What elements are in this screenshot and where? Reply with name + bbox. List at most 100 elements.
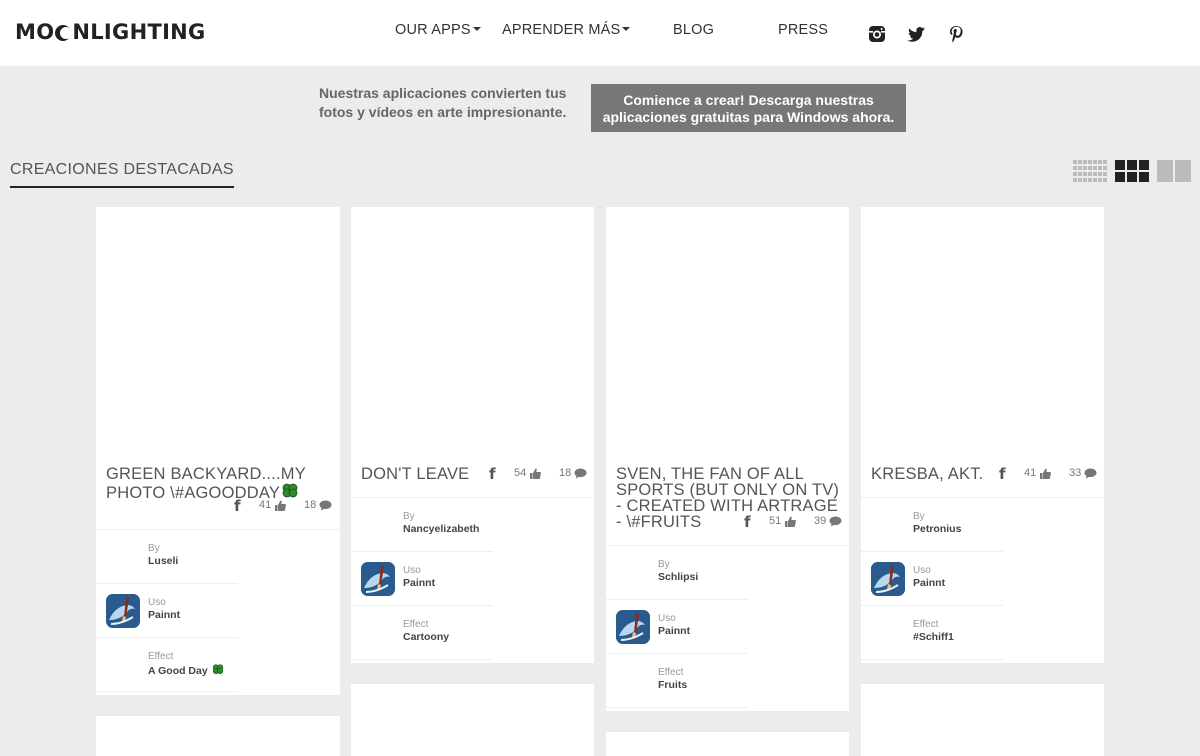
nav-blog-label: BLOG [673,22,715,38]
effect-name: A Good Day [148,665,208,677]
meta-app[interactable]: Uso Painnt [351,552,493,606]
meta-app[interactable]: Uso Painnt [96,584,238,638]
logo-text-start: MO [15,20,55,44]
creation-card[interactable] [606,732,849,756]
nav-blog[interactable]: BLOG [673,22,714,38]
clover-icon [282,483,298,498]
comments-count: 18 [304,499,332,511]
meta-author[interactable]: By Schlipsi [606,546,748,600]
likes-count: 41 [1024,467,1052,479]
meta-app[interactable]: Uso Painnt [861,552,1003,606]
effect-label: Effect [148,651,174,662]
author-name[interactable]: Nancyelizabeth [403,523,479,535]
creation-image[interactable] [861,207,1104,457]
creation-card[interactable]: KRESBA, AKT. f 41 33 By Petronius Uso Pa… [861,207,1104,663]
effect-value[interactable]: A Good Day [148,663,225,677]
meta-effect[interactable]: Effect Cartoony [351,606,493,660]
creation-title[interactable]: DON'T LEAVE [361,465,481,483]
creation-card[interactable]: GREEN BACKYARD....MY PHOTO \#AGOODDAY f … [96,207,340,695]
uso-label: Uso [148,597,166,608]
meta-app[interactable]: Uso Painnt [606,600,748,654]
by-label: By [913,511,925,522]
creation-title-text: GREEN BACKYARD....MY PHOTO \#AGOODDAY [106,465,306,502]
comments-count: 39 [814,515,842,527]
section-title: CREACIONES DESTACADAS [10,161,234,188]
comment-icon [1084,468,1097,478]
uso-label: Uso [403,565,421,576]
moonlighting-logo[interactable]: MO NLIGHTING [15,20,206,44]
creation-title[interactable]: GREEN BACKYARD....MY PHOTO \#AGOODDAY [106,465,326,502]
effect-value[interactable]: Fruits [658,679,687,691]
effect-label: Effect [913,619,939,630]
by-label: By [148,543,160,554]
logo-text-end: NLIGHTING [72,20,206,44]
painnt-app-icon[interactable] [871,562,905,596]
facebook-share-icon[interactable]: f [234,497,241,515]
app-name[interactable]: Painnt [658,625,690,637]
author-name[interactable]: Schlipsi [658,571,698,583]
comment-icon [829,516,842,526]
effect-value[interactable]: #Schiff1 [913,631,954,643]
creation-title[interactable]: KRESBA, AKT. [871,466,991,483]
nav-our-apps-label: OUR APPS [395,22,471,38]
comments-count: 33 [1069,467,1097,479]
creation-image[interactable] [606,207,849,457]
nav-press[interactable]: PRESS [778,22,828,38]
creation-image[interactable] [351,207,594,457]
painnt-app-icon[interactable] [361,562,395,596]
nav-our-apps[interactable]: OUR APPS [395,22,481,38]
nav-press-label: PRESS [778,22,829,38]
creation-card[interactable] [351,684,594,756]
top-header: MO NLIGHTING OUR APPS APRENDER MÁS BLOG P… [0,0,1200,66]
creation-title[interactable]: SVEN, THE FAN OF ALL SPORTS (BUT ONLY ON… [616,466,844,531]
thumbs-up-icon [785,516,797,527]
uso-label: Uso [913,565,931,576]
by-label: By [403,511,415,522]
comment-icon [574,468,587,478]
meta-author[interactable]: By Petronius [861,498,1003,552]
comments-value: 39 [814,515,827,527]
nav-aprender-mas-label: APRENDER MÁS [502,22,621,38]
effect-label: Effect [403,619,429,630]
facebook-share-icon[interactable]: f [489,465,496,483]
meta-author[interactable]: By Nancyelizabeth [351,498,493,552]
app-name[interactable]: Painnt [148,609,180,621]
creation-card[interactable] [96,716,340,756]
meta-effect[interactable]: Effect Fruits [606,654,748,708]
author-name[interactable]: Petronius [913,523,961,535]
creation-image[interactable] [96,207,340,457]
creation-title-text: DON'T LEAVE [361,465,470,483]
grid-small-icon[interactable] [1073,160,1107,182]
nav-aprender-mas[interactable]: APRENDER MÁS [502,22,631,38]
effect-label: Effect [658,667,684,678]
thumbs-up-icon [1040,468,1052,479]
app-name[interactable]: Painnt [403,577,435,589]
instagram-icon[interactable] [867,24,887,44]
grid-large-icon[interactable] [1157,160,1191,182]
download-cta-button[interactable]: Comience a crear! Descarga nuestras apli… [591,84,906,132]
facebook-share-icon[interactable]: f [999,465,1006,483]
comment-icon [319,500,332,510]
app-name[interactable]: Painnt [913,577,945,589]
comments-value: 33 [1069,467,1082,479]
likes-value: 41 [259,499,272,511]
meta-effect[interactable]: Effect A Good Day [96,638,238,692]
creation-card[interactable]: SVEN, THE FAN OF ALL SPORTS (BUT ONLY ON… [606,207,849,711]
meta-author[interactable]: By Luseli [96,530,238,584]
pinterest-icon[interactable] [946,24,966,44]
grid-medium-icon[interactable] [1115,160,1149,182]
effect-value[interactable]: Cartoony [403,631,449,643]
author-name[interactable]: Luseli [148,555,178,567]
painnt-app-icon[interactable] [616,610,650,644]
chevron-down-icon [472,27,481,31]
creation-card[interactable]: DON'T LEAVE f 54 18 By Nancyelizabeth Us… [351,207,594,663]
comments-value: 18 [559,467,572,479]
painnt-app-icon[interactable] [106,594,140,628]
chevron-down-icon [622,27,631,31]
twitter-icon[interactable] [906,24,926,44]
meta-effect[interactable]: Effect #Schiff1 [861,606,1003,660]
likes-value: 54 [514,467,527,479]
facebook-share-icon[interactable]: f [744,513,751,531]
creation-card[interactable] [861,684,1104,756]
by-label: By [658,559,670,570]
